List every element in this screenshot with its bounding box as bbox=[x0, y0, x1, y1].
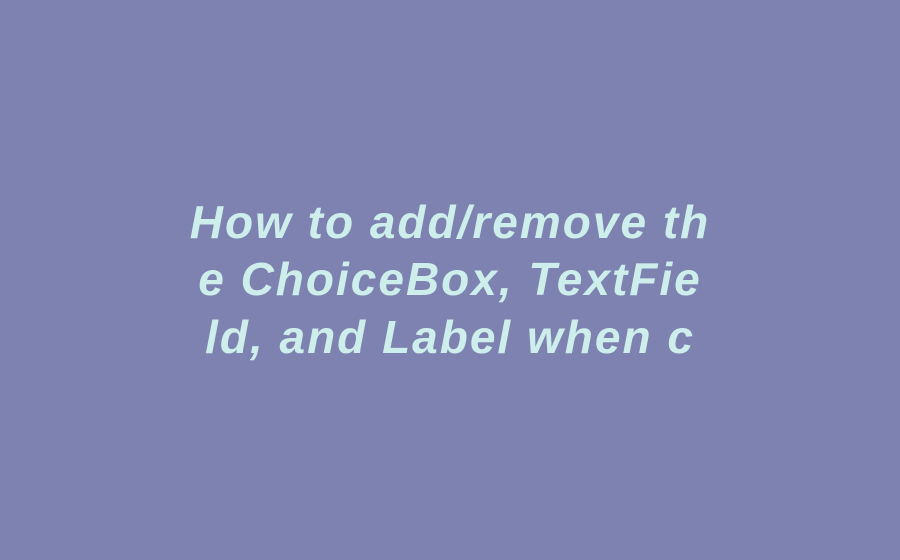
text-line-1: How to add/remove th bbox=[190, 194, 710, 252]
text-line-2: e ChoiceBox, TextFie bbox=[190, 251, 710, 309]
display-text: How to add/remove th e ChoiceBox, TextFi… bbox=[190, 194, 710, 367]
text-line-3: ld, and Label when c bbox=[190, 309, 710, 367]
